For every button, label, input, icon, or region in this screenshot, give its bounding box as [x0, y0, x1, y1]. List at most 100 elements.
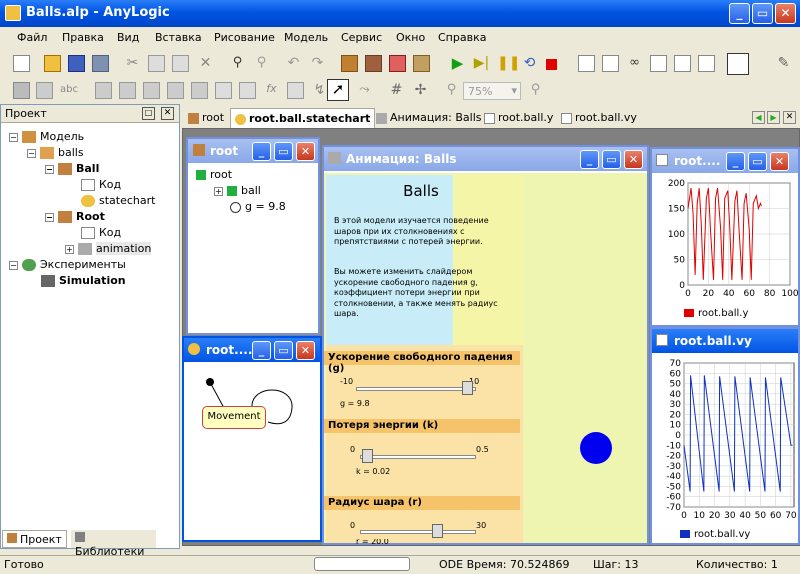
menu-help[interactable]: Справка — [438, 31, 486, 44]
text-icon[interactable]: abc — [60, 82, 82, 99]
expand-icon[interactable]: − — [45, 164, 54, 174]
view-code-icon[interactable] — [602, 55, 619, 72]
tab-ball-y[interactable]: root.ball.y — [480, 108, 557, 128]
menu-draw[interactable]: Рисование — [214, 31, 275, 44]
root-window-titlebar[interactable]: root _ ▭ ✕ — [188, 139, 318, 163]
panel-close-icon[interactable]: ✕ — [161, 107, 174, 120]
function-icon[interactable]: fx — [263, 82, 280, 99]
run-icon[interactable]: ▶ — [449, 55, 466, 72]
tab-root[interactable]: root — [184, 108, 228, 128]
object-icon[interactable] — [13, 82, 30, 99]
zoom-in-icon[interactable]: ⚲ — [527, 82, 544, 99]
plot-vy-titlebar[interactable]: root.ball.vy — [652, 329, 798, 353]
view-table-icon[interactable] — [698, 55, 715, 72]
tree-item-root-code[interactable]: Код — [81, 226, 121, 239]
polyline-icon[interactable]: ⤳ — [356, 82, 373, 99]
tab-ball-vy[interactable]: root.ball.vy — [557, 108, 641, 128]
menu-file[interactable]: Файл — [17, 31, 47, 44]
energy-slider-track[interactable] — [360, 455, 476, 459]
copy-icon[interactable] — [148, 55, 165, 72]
close-button[interactable]: ✕ — [624, 150, 643, 169]
tree-item-simulation[interactable]: Simulation — [41, 274, 126, 287]
tabs-right-arrow[interactable]: ▶ — [767, 111, 780, 124]
paste-icon[interactable] — [172, 55, 189, 72]
pin-icon[interactable]: □ — [142, 107, 155, 120]
step-icon[interactable]: ▶| — [473, 55, 490, 72]
gravity-slider-track[interactable] — [356, 387, 476, 391]
snap-icon[interactable]: ✢ — [412, 82, 429, 99]
redo-icon[interactable]: ↷ — [309, 55, 326, 72]
select-tool-icon[interactable]: ➚ — [327, 79, 349, 101]
view-binoculars-icon[interactable]: ∞ — [626, 55, 643, 72]
expand-icon[interactable]: − — [27, 148, 36, 158]
tree-item-statechart[interactable]: statechart — [81, 194, 155, 207]
active-tool-icon[interactable] — [727, 53, 749, 75]
minimize-button[interactable]: _ — [252, 142, 271, 161]
pause-icon[interactable]: ❚❚ — [497, 55, 520, 72]
tree-item-experiments[interactable]: − Эксперименты — [9, 258, 126, 271]
minimize-button[interactable]: _ — [729, 3, 750, 24]
tree-item-root-class[interactable]: − Root — [45, 210, 105, 223]
project-tab[interactable]: Проект — [2, 530, 67, 548]
event-icon[interactable] — [287, 82, 304, 99]
tree-item-balls[interactable]: − balls — [27, 146, 84, 159]
chart-icon[interactable]: ↯ — [311, 82, 328, 99]
view-lock-icon[interactable] — [650, 55, 667, 72]
maximize-button[interactable]: ▭ — [274, 341, 293, 360]
distribute-icon[interactable] — [167, 82, 184, 99]
image-icon[interactable] — [239, 82, 256, 99]
g-param-item[interactable]: g = 9.8 — [230, 200, 286, 213]
tab-animation[interactable]: Анимация: Balls — [372, 108, 486, 128]
close-button[interactable]: ✕ — [775, 3, 796, 24]
minimize-button[interactable]: _ — [580, 150, 599, 169]
tab-statechart[interactable]: root.ball.statechart — [230, 108, 376, 128]
radius-slider-track[interactable] — [360, 530, 476, 534]
view-root-icon[interactable] — [578, 55, 595, 72]
undo-icon[interactable]: ↶ — [285, 55, 302, 72]
port-icon[interactable] — [36, 82, 53, 99]
build-all-icon[interactable] — [365, 55, 382, 72]
export-icon[interactable] — [413, 55, 430, 72]
maximize-button[interactable]: ▭ — [602, 150, 621, 169]
save-all-icon[interactable] — [92, 55, 109, 72]
tree-item-animation[interactable]: + animation — [65, 242, 152, 255]
tabs-close-icon[interactable]: ✕ — [783, 111, 796, 124]
menu-edit[interactable]: Правка — [62, 31, 104, 44]
build-icon[interactable] — [341, 55, 358, 72]
view-chart-icon[interactable] — [674, 55, 691, 72]
settings-icon[interactable] — [389, 55, 406, 72]
restart-icon[interactable]: ⟲ — [521, 55, 538, 72]
state-movement[interactable]: Movement — [202, 406, 266, 429]
grid-table-icon[interactable] — [215, 82, 232, 99]
find-icon[interactable]: ⚲ — [229, 55, 246, 72]
tree-item-ball-code[interactable]: Код — [81, 178, 121, 191]
plot-y-titlebar[interactable]: root.... _ ▭ ✕ — [652, 149, 798, 173]
expand-icon[interactable]: − — [9, 260, 18, 270]
maximize-button[interactable]: ▭ — [274, 142, 293, 161]
front-icon[interactable] — [191, 82, 208, 99]
tree-item-model[interactable]: − Модель — [9, 130, 84, 143]
close-button[interactable]: ✕ — [770, 152, 789, 171]
root-item[interactable]: root — [196, 168, 232, 181]
minimize-button[interactable]: _ — [252, 341, 271, 360]
align-icon[interactable] — [143, 82, 160, 99]
maximize-button[interactable]: ▭ — [748, 152, 767, 171]
close-button[interactable]: ✕ — [296, 341, 315, 360]
close-button[interactable]: ✕ — [296, 142, 315, 161]
zoom-out-icon[interactable]: ⚲ — [443, 82, 460, 99]
ball-item[interactable]: + ball — [214, 184, 261, 197]
group-icon[interactable] — [95, 82, 112, 99]
libraries-tab[interactable]: Библиотеки — [71, 530, 156, 558]
statechart-window-titlebar[interactable]: root.... _ ▭ ✕ — [184, 338, 320, 362]
tree-item-ball-class[interactable]: − Ball — [45, 162, 99, 175]
replace-icon[interactable]: ⚲ — [253, 55, 270, 72]
pen-icon[interactable]: ✎ — [775, 55, 792, 72]
save-icon[interactable] — [68, 55, 85, 72]
energy-slider-thumb[interactable] — [362, 449, 373, 463]
expand-icon[interactable]: − — [9, 132, 18, 142]
tabs-left-arrow[interactable]: ◀ — [752, 111, 765, 124]
delete-icon[interactable]: ✕ — [197, 55, 214, 72]
animation-window-titlebar[interactable]: Анимация: Balls _ ▭ ✕ — [324, 147, 647, 171]
cut-icon[interactable]: ✂ — [124, 55, 141, 72]
open-icon[interactable] — [44, 55, 61, 72]
